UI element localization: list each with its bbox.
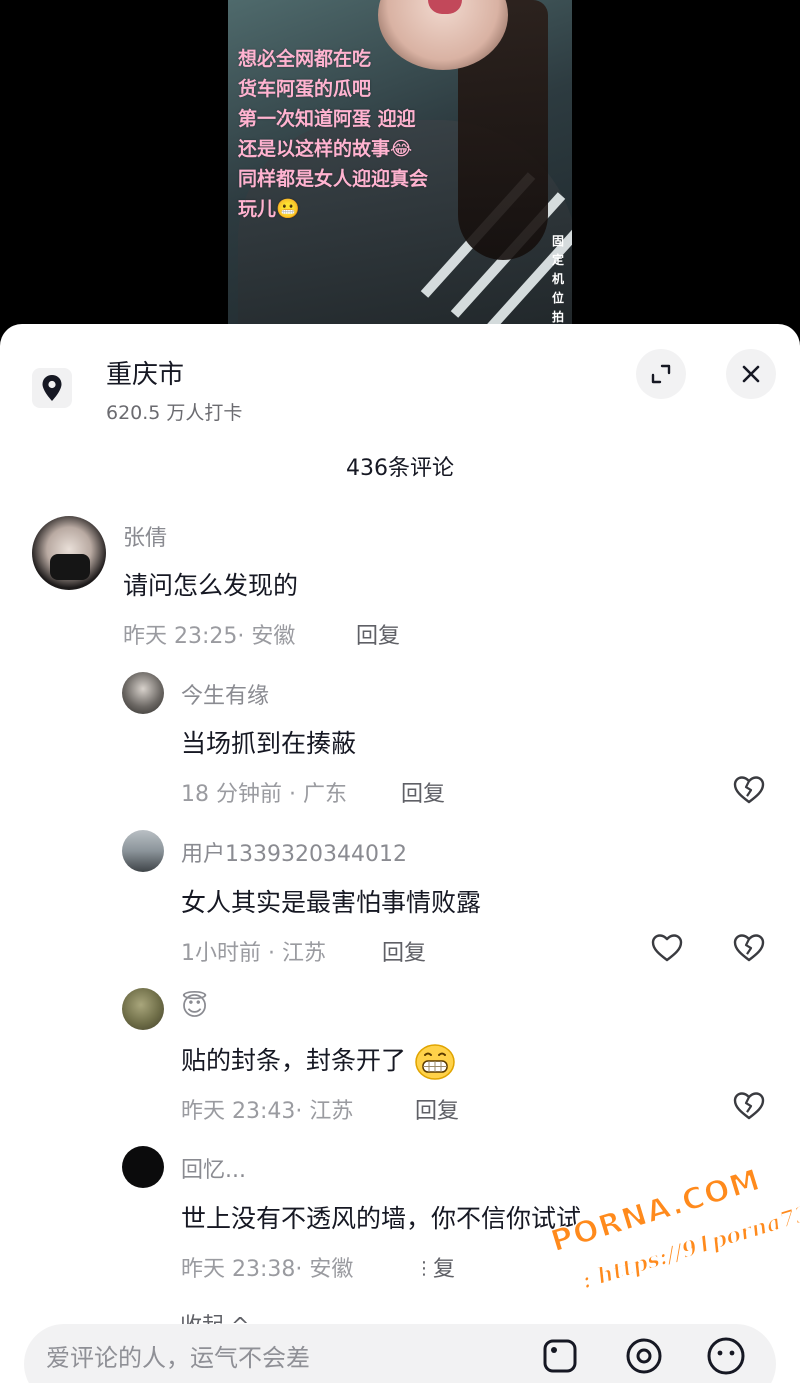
dislike-heart-icon[interactable] <box>731 1088 767 1124</box>
reply-button[interactable]: ⋮复 <box>415 1251 455 1283</box>
location-checkins: 620.5 万人打卡 <box>106 402 243 424</box>
comment-input-bar <box>24 1324 776 1383</box>
dislike-heart-icon[interactable] <box>731 772 767 808</box>
comment-author[interactable]: 张倩 <box>123 520 167 552</box>
expand-icon <box>651 364 671 384</box>
reply-meta: 昨天 23:43· 江苏 <box>181 1099 354 1124</box>
caption-line: 想必全网都在吃 <box>238 48 372 70</box>
comment-text[interactable]: 请问怎么发现的 <box>123 566 298 602</box>
video-side-label: 固定机位拍 <box>551 234 564 324</box>
reply-author[interactable]: 用户1339320344012 <box>181 836 407 868</box>
avatar[interactable] <box>122 672 164 714</box>
like-heart-icon[interactable] <box>649 930 685 966</box>
location-pin-icon[interactable] <box>32 368 72 408</box>
close-icon <box>742 365 760 383</box>
comment-meta: 昨天 23:25· 安徽 <box>123 624 296 649</box>
avatar[interactable] <box>122 1146 164 1188</box>
grin-emoji-icon <box>415 1044 455 1080</box>
reply-meta: 昨天 23:38· 安徽 <box>181 1257 354 1282</box>
reply-author[interactable]: 😇 <box>181 992 208 1022</box>
comment-count: 436条评论 <box>346 456 454 481</box>
dislike-heart-icon[interactable] <box>731 930 767 966</box>
reply-label: 复 <box>433 1257 456 1282</box>
location-title[interactable]: 重庆市 <box>106 354 184 391</box>
reply-button[interactable]: 回复 <box>382 935 426 967</box>
reply-button[interactable]: 回复 <box>415 1093 459 1125</box>
reply-text-content: 贴的封条，封条开了 <box>181 1046 407 1075</box>
reply-dots-icon: ⋮ <box>415 1258 433 1279</box>
expand-button[interactable] <box>636 349 686 399</box>
reply-text[interactable]: 女人其实是最害怕事情败露 <box>181 883 481 919</box>
reply-meta: 1小时前 · 江苏 <box>181 941 326 966</box>
video-caption: 想必全网都在吃 货车阿蛋的瓜吧 第一次知道阿蛋 迎迎 还是以这样的故事😂 同样都… <box>238 44 468 224</box>
reply-meta: 18 分钟前 · 广东 <box>181 782 347 807</box>
reply-text[interactable]: 贴的封条，封条开了 <box>181 1041 456 1081</box>
avatar[interactable] <box>32 516 106 590</box>
avatar[interactable] <box>122 830 164 872</box>
reply-text[interactable]: 当场抓到在揍蔽 <box>181 724 356 760</box>
reply-button[interactable]: 回复 <box>401 776 445 808</box>
reply-button[interactable]: 回复 <box>356 618 400 650</box>
reply-author[interactable]: 回忆... <box>181 1152 246 1184</box>
reply-author[interactable]: 今生有缘 <box>181 678 269 710</box>
caption-line: 货车阿蛋的瓜吧 <box>238 78 372 100</box>
caption-line: 第一次知道阿蛋 迎迎 <box>238 108 416 130</box>
caption-line: 玩儿😬 <box>238 198 300 220</box>
caption-line: 还是以这样的故事😂 <box>238 138 413 160</box>
close-button[interactable] <box>726 349 776 399</box>
video-player[interactable]: 想必全网都在吃 货车阿蛋的瓜吧 第一次知道阿蛋 迎迎 还是以这样的故事😂 同样都… <box>0 0 800 340</box>
caption-line: 同样都是女人迎迎真会 <box>238 168 429 190</box>
emoji-icon[interactable] <box>704 1334 748 1378</box>
comment-input[interactable] <box>46 1338 506 1378</box>
avatar[interactable] <box>122 988 164 1030</box>
